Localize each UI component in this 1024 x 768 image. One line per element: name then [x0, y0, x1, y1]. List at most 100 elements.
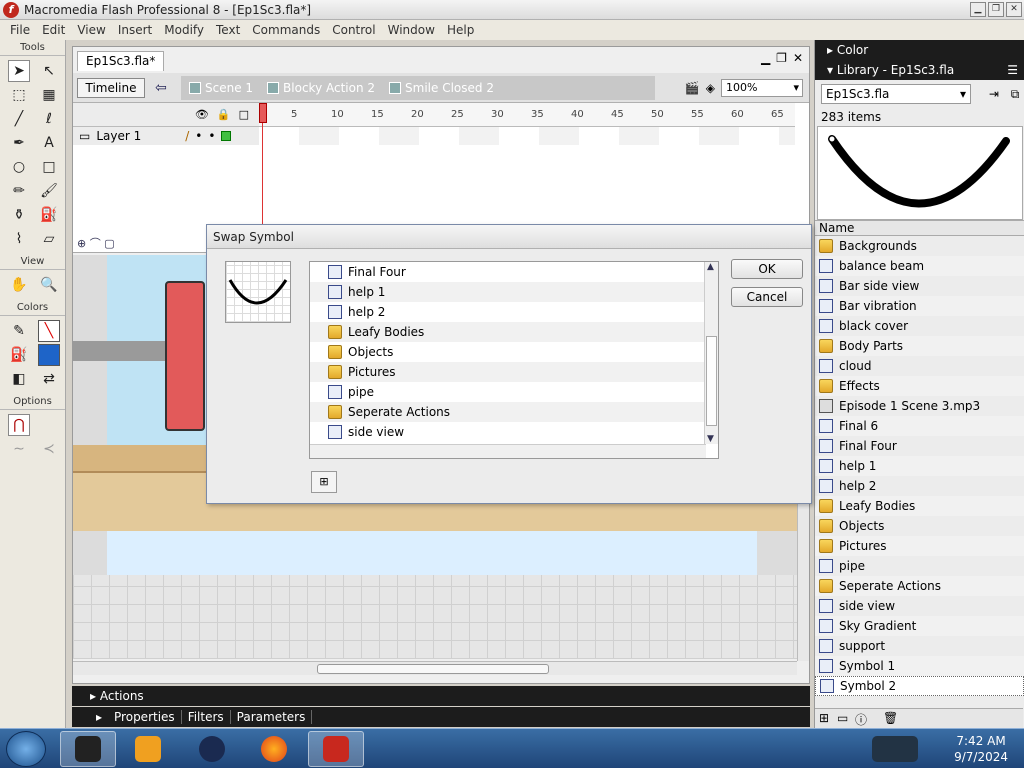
new-symbol-icon[interactable]: ⊞ [819, 711, 829, 725]
tab-parameters[interactable]: Parameters [231, 710, 313, 724]
straighten-icon[interactable]: ≺ [38, 438, 60, 460]
snap-to-objects-icon[interactable]: ⋂ [8, 414, 30, 436]
timeline-toggle-button[interactable]: Timeline [77, 77, 145, 98]
menu-text[interactable]: Text [210, 23, 246, 37]
list-item[interactable]: Body Parts [815, 336, 1024, 356]
clock[interactable]: 7:42 AM 9/7/2024 [954, 733, 1008, 765]
menu-file[interactable]: File [4, 23, 36, 37]
back-arrow-icon[interactable]: ⇦ [155, 80, 173, 96]
menu-modify[interactable]: Modify [158, 23, 210, 37]
breadcrumb-symbol-1[interactable]: Blocky Action 2 [267, 81, 375, 95]
playhead-handle[interactable] [259, 103, 267, 123]
oval-tool-icon[interactable]: ○ [8, 156, 30, 178]
stage-horizontal-scrollbar[interactable] [73, 661, 797, 675]
list-item[interactable]: Seperate Actions [310, 402, 718, 422]
lock-dot[interactable]: • [208, 129, 215, 143]
selection-tool-icon[interactable]: ➤ [8, 60, 30, 82]
actions-panel-header[interactable]: ▸ Actions [72, 686, 810, 706]
new-folder-icon[interactable]: ▭ [837, 711, 848, 725]
list-item[interactable]: Episode 1 Scene 3.mp3 [815, 396, 1024, 416]
list-item[interactable]: Pictures [310, 362, 718, 382]
list-item[interactable]: Sky Gradient [815, 616, 1024, 636]
close-button[interactable]: ✕ [1006, 2, 1022, 17]
library-document-select[interactable]: Ep1Sc3.fla [821, 84, 971, 104]
document-minimize-icon[interactable]: ▁ [761, 51, 770, 65]
ink-bottle-tool-icon[interactable]: ⚱ [8, 204, 30, 226]
library-name-header[interactable]: Name [815, 220, 1024, 236]
properties-icon[interactable]: ⓘ [855, 711, 867, 728]
frame-ruler[interactable]: 5 10 15 20 25 30 35 40 45 50 55 60 65 [259, 103, 795, 127]
library-panel-header[interactable]: ▾ Library - Ep1Sc3.fla ☰ [815, 60, 1024, 80]
document-close-icon[interactable]: ✕ [793, 51, 803, 65]
outline-icon[interactable]: □ [239, 108, 249, 121]
taskbar-app-5[interactable] [308, 731, 364, 767]
layer-row[interactable]: ▭ Layer 1 / • • [73, 127, 259, 145]
zoom-select[interactable]: 100% [721, 78, 803, 97]
list-item[interactable]: balance beam [815, 256, 1024, 276]
tab-filters[interactable]: Filters [182, 710, 231, 724]
taskbar-app-1[interactable] [60, 731, 116, 767]
menu-view[interactable]: View [71, 23, 111, 37]
line-tool-icon[interactable]: ╱ [8, 108, 30, 130]
default-colors-icon[interactable]: ◧ [8, 368, 30, 390]
list-item[interactable]: help 1 [815, 456, 1024, 476]
insert-folder-icon[interactable]: ▢ [104, 237, 114, 250]
scroll-thumb[interactable] [317, 664, 549, 674]
fill-color-icon[interactable]: ⛽ [8, 344, 30, 366]
cancel-button[interactable]: Cancel [731, 287, 803, 307]
minimize-button[interactable]: ▁ [970, 2, 986, 17]
breadcrumb-scene[interactable]: Scene 1 [189, 81, 253, 95]
pin-library-icon[interactable]: ⇥ [989, 87, 999, 101]
list-item[interactable]: Leafy Bodies [815, 496, 1024, 516]
list-item[interactable]: Final Four [310, 262, 718, 282]
scroll-up-icon[interactable]: ▲ [707, 262, 714, 272]
menu-control[interactable]: Control [326, 23, 381, 37]
stroke-swatch[interactable]: ╲ [38, 320, 60, 342]
visibility-dot[interactable]: • [195, 129, 202, 143]
taskbar-app-2[interactable] [120, 731, 176, 767]
brush-tool-icon[interactable]: 🖌 [38, 180, 60, 202]
list-item[interactable]: Pictures [815, 536, 1024, 556]
list-item[interactable]: black cover [815, 316, 1024, 336]
list-item-selected[interactable]: Symbol 2 [815, 676, 1024, 696]
frames-row[interactable] [259, 127, 795, 145]
list-item[interactable]: Seperate Actions [815, 576, 1024, 596]
menu-commands[interactable]: Commands [246, 23, 326, 37]
add-motion-guide-icon[interactable]: ⌒ [90, 237, 101, 250]
pen-tool-icon[interactable]: ✒ [8, 132, 30, 154]
tab-properties[interactable]: Properties [108, 710, 182, 724]
eye-icon[interactable]: 👁 [195, 108, 209, 121]
breadcrumb-symbol-2[interactable]: Smile Closed 2 [389, 81, 494, 95]
stroke-color-icon[interactable]: ✎ [8, 320, 30, 342]
taskbar-app-4[interactable] [246, 731, 302, 767]
menu-insert[interactable]: Insert [112, 23, 158, 37]
panel-menu-icon[interactable]: ☰ [1007, 60, 1018, 80]
smooth-icon[interactable]: ∼ [8, 438, 30, 460]
list-item[interactable]: Final 6 [815, 416, 1024, 436]
scroll-down-icon[interactable]: ▼ [707, 434, 714, 444]
document-tab[interactable]: Ep1Sc3.fla* [77, 51, 165, 71]
scroll-thumb[interactable] [706, 336, 717, 426]
stage-character[interactable] [165, 281, 205, 431]
lock-icon[interactable]: 🔒 [217, 108, 231, 121]
list-item[interactable]: Backgrounds [815, 236, 1024, 256]
menu-help[interactable]: Help [441, 23, 480, 37]
edit-scene-icon[interactable]: 🎬 [685, 81, 700, 95]
menu-window[interactable]: Window [382, 23, 441, 37]
swap-colors-icon[interactable]: ⇄ [38, 368, 60, 390]
ok-button[interactable]: OK [731, 259, 803, 279]
list-item[interactable]: Objects [815, 516, 1024, 536]
taskbar-app-3[interactable] [184, 731, 240, 767]
insert-layer-icon[interactable]: ⊕ [77, 237, 86, 250]
duplicate-symbol-icon[interactable]: ⊞ [311, 471, 337, 493]
eyedropper-tool-icon[interactable]: ⌇ [8, 228, 30, 250]
document-restore-icon[interactable]: ❐ [776, 51, 787, 65]
menu-edit[interactable]: Edit [36, 23, 71, 37]
list-item[interactable]: Bar side view [815, 276, 1024, 296]
subselection-tool-icon[interactable]: ↖ [38, 60, 60, 82]
free-transform-tool-icon[interactable]: ⬚ [8, 84, 30, 106]
list-item[interactable]: help 2 [815, 476, 1024, 496]
list-item[interactable]: cloud [815, 356, 1024, 376]
list-item[interactable]: pipe [815, 556, 1024, 576]
list-item[interactable]: Final Four [815, 436, 1024, 456]
